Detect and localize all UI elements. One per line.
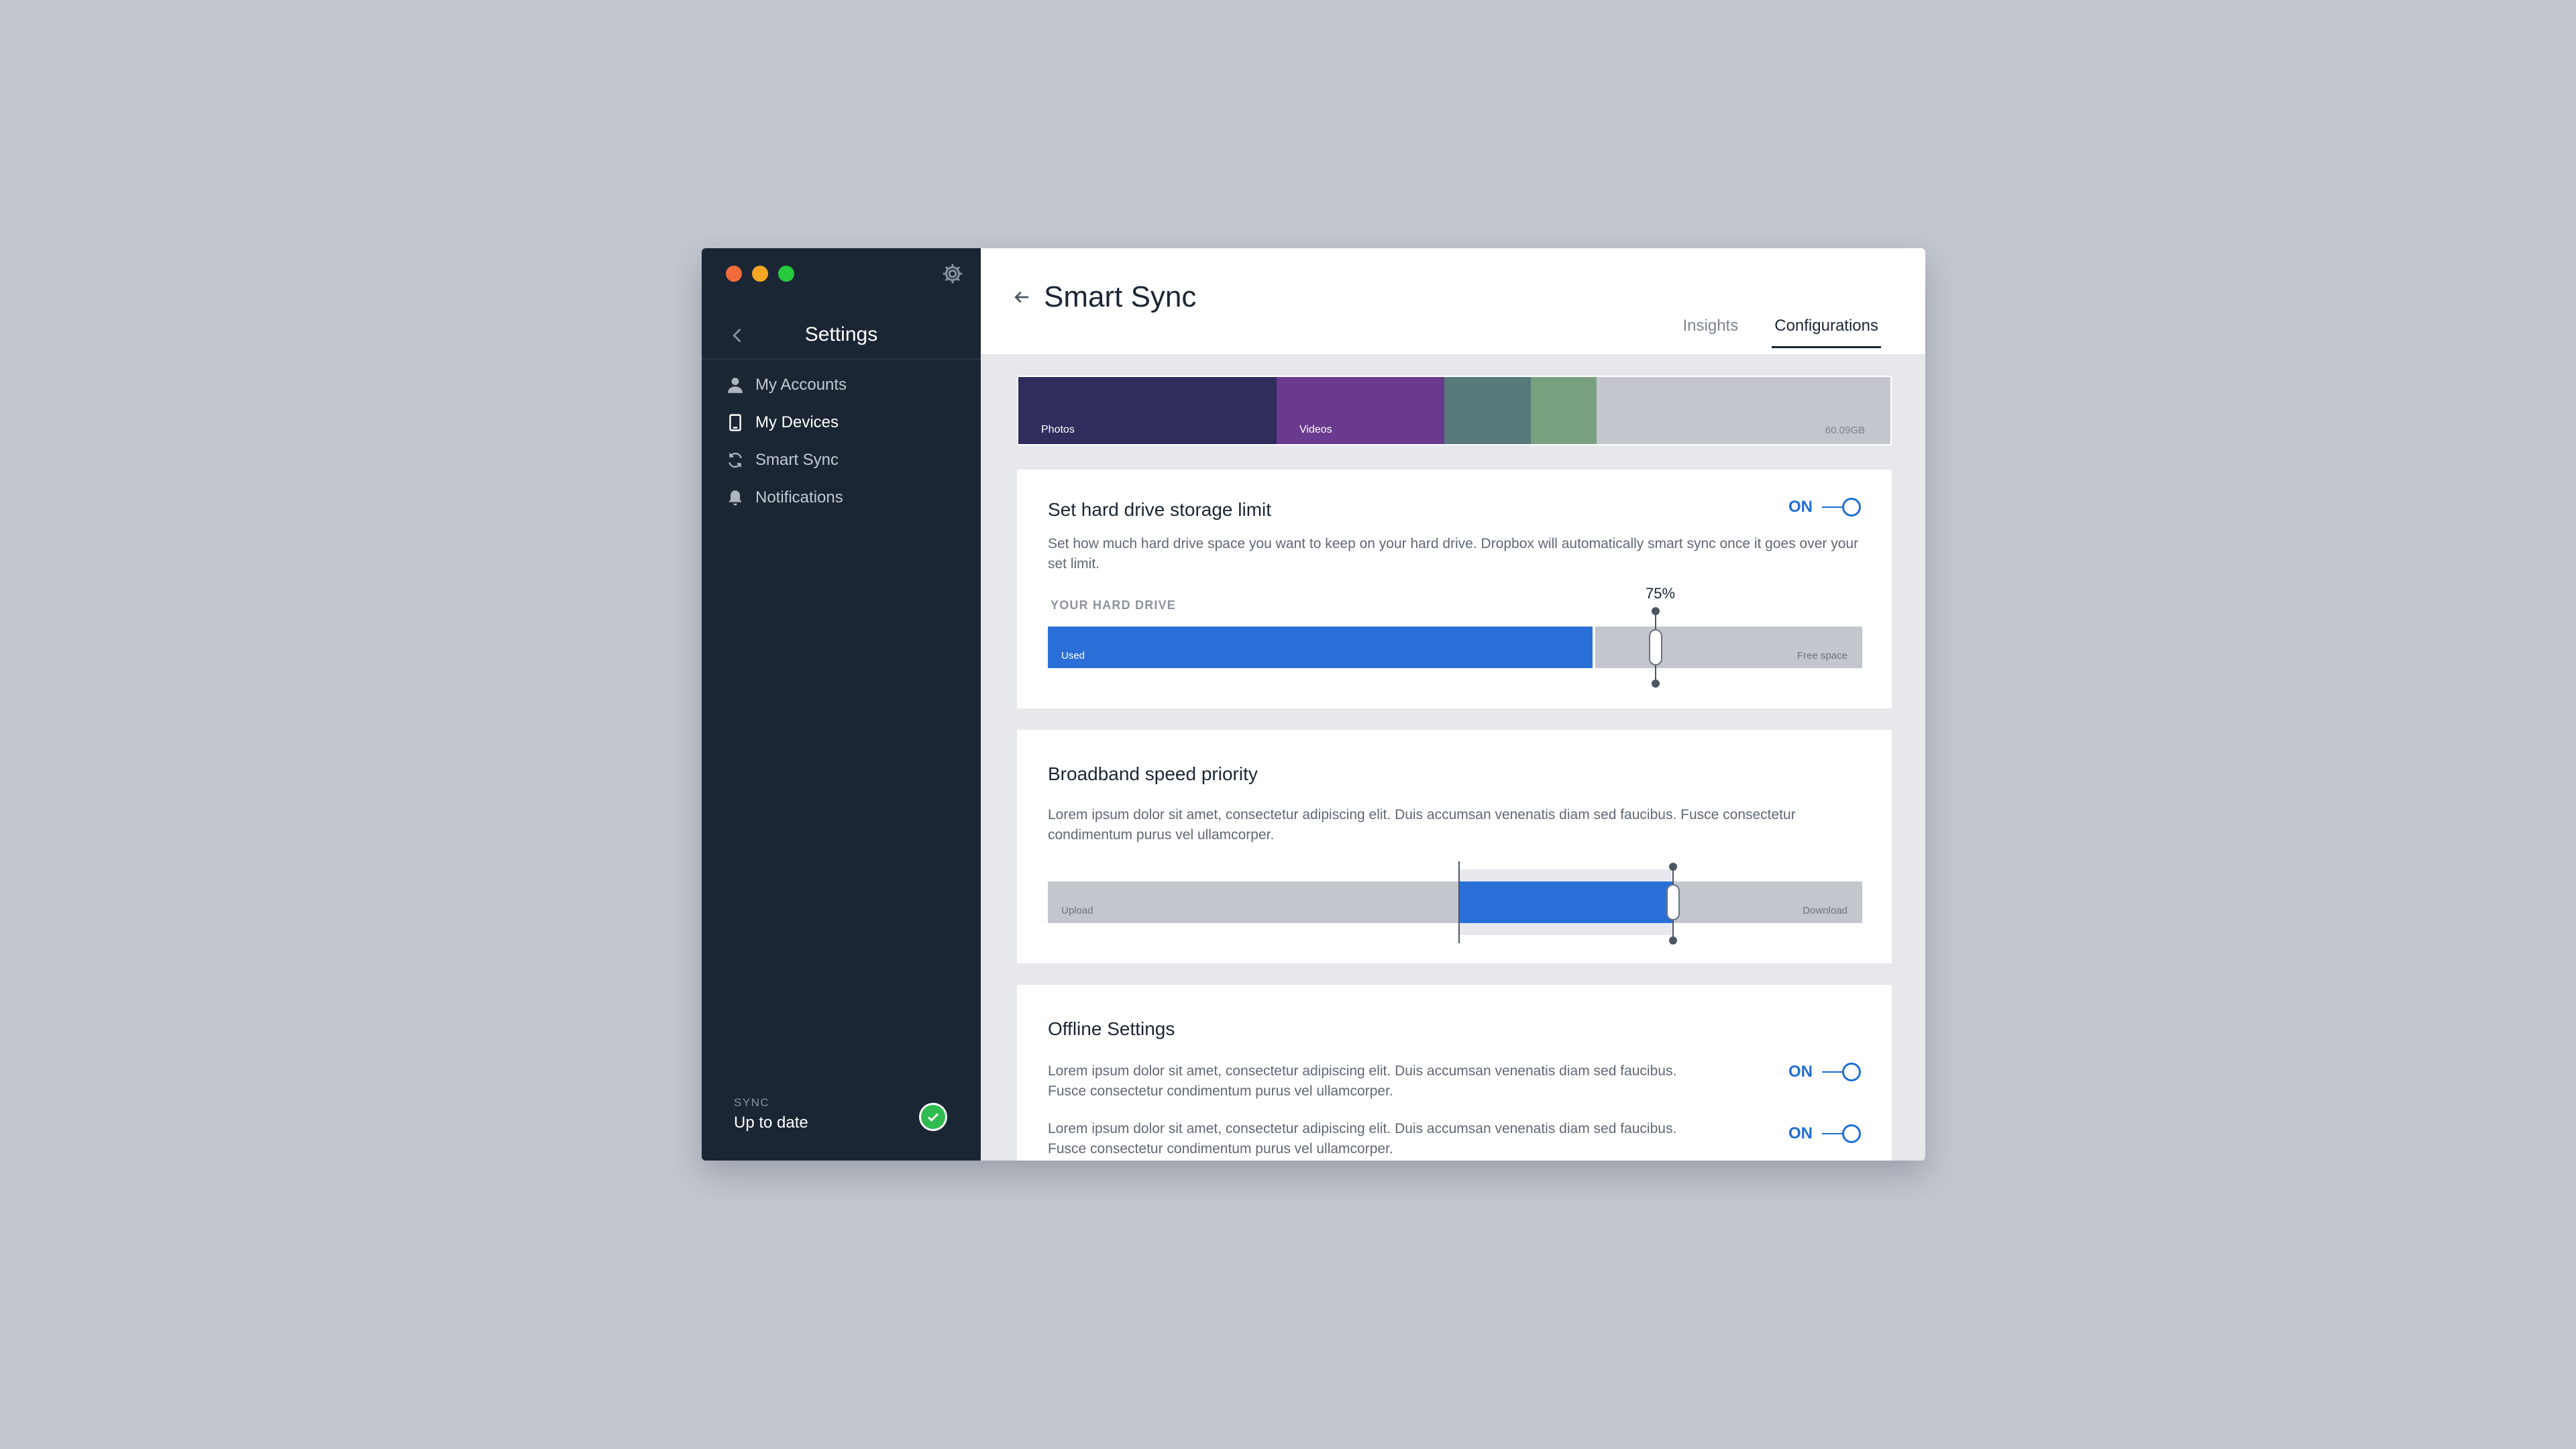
offline-row-text: Lorem ipsum dolor sit amet, consectetur … [1048, 1063, 1677, 1099]
hard-drive-limit-card: Set hard drive storage limit ON Set how … [1017, 470, 1892, 708]
storage-segment-videos: Videos [1277, 377, 1444, 444]
hard-drive-limit-toggle[interactable]: ON [1788, 496, 1861, 518]
sidebar-item-label: My Devices [755, 413, 839, 431]
storage-segment-photos: Photos [1018, 377, 1277, 444]
user-icon [726, 376, 745, 394]
limit-slider-top-dot [1652, 607, 1660, 615]
sidebar-item-label: Notifications [755, 488, 843, 506]
limit-slider-handle[interactable] [1649, 629, 1662, 665]
storage-segment-misc [1531, 377, 1597, 444]
sync-label: SYNC [734, 1096, 770, 1109]
storage-segment-free: 60.09GB [1597, 377, 1890, 444]
section-label: YOUR HARD DRIVE [1051, 598, 1177, 612]
sidebar-item-my-accounts[interactable]: My Accounts [726, 366, 967, 404]
hard-drive-bar: Used Free space [1048, 627, 1862, 668]
page-title: Smart Sync [1044, 280, 1197, 313]
priority-fill [1460, 881, 1673, 923]
sidebar-item-label: Smart Sync [755, 451, 839, 469]
maximize-window-button[interactable] [778, 266, 794, 282]
app-window: Settings My Accounts My Devices Smart Sy… [702, 248, 1925, 1161]
sidebar-item-notifications[interactable]: Notifications [726, 479, 967, 517]
sidebar-header: Settings [702, 311, 981, 360]
upload-label: Upload [1061, 905, 1093, 916]
used-fill: Used [1048, 627, 1593, 668]
free-space-label: Free space [1796, 650, 1847, 661]
chevron-left-icon[interactable] [729, 326, 747, 345]
gear-icon[interactable] [941, 262, 965, 286]
limit-slider-bottom-dot [1652, 680, 1660, 688]
offline-toggle-1[interactable]: ON [1788, 1061, 1861, 1083]
free-size: 60.09GB [1825, 425, 1865, 436]
sidebar: Settings My Accounts My Devices Smart Sy… [702, 248, 981, 1161]
broadband-priority-card: Broadband speed priority Lorem ipsum dol… [1017, 730, 1892, 963]
card-title: Set hard drive storage limit [1048, 499, 1272, 520]
segment-label: Videos [1299, 424, 1332, 435]
toggle-label: ON [1788, 498, 1813, 516]
tab-configurations[interactable]: Configurations [1772, 317, 1881, 348]
sync-status: SYNC Up to date [734, 1096, 808, 1132]
offline-settings-card: Offline Settings Lorem ipsum dolor sit a… [1017, 985, 1892, 1161]
download-label: Download [1803, 905, 1847, 916]
toggle-switch[interactable] [1822, 1123, 1861, 1144]
window-controls [726, 266, 794, 282]
broadband-bar: Upload Download [1048, 881, 1862, 923]
card-title: Offline Settings [1048, 1018, 1175, 1039]
toggle-label: ON [1788, 1063, 1813, 1081]
tab-insights[interactable]: Insights [1683, 317, 1739, 348]
tab-bar: Insights Configurations [1683, 317, 1881, 348]
used-label: Used [1061, 650, 1085, 661]
arrow-left-icon[interactable] [1012, 287, 1032, 307]
priority-left-marker [1458, 861, 1460, 943]
sidebar-item-smart-sync[interactable]: Smart Sync [726, 441, 967, 479]
close-window-button[interactable] [726, 266, 742, 282]
priority-slider-handle[interactable] [1666, 884, 1680, 920]
card-description: Lorem ipsum dolor sit amet, consectetur … [1048, 807, 1796, 843]
limit-percent: 75% [1646, 585, 1676, 602]
minimize-window-button[interactable] [752, 266, 768, 282]
toggle-label: ON [1788, 1124, 1813, 1142]
check-icon [919, 1103, 947, 1131]
storage-usage-bar: Photos Videos 60.09GB [1017, 376, 1892, 445]
card-title: Broadband speed priority [1048, 763, 1258, 784]
main-panel: Smart Sync Insights Configurations Photo… [981, 248, 1925, 1161]
segment-label: Photos [1041, 424, 1075, 435]
sync-status-text: Up to date [734, 1114, 808, 1132]
offline-row-text: Lorem ipsum dolor sit amet, consectetur … [1048, 1121, 1677, 1157]
bell-icon [726, 488, 745, 507]
sidebar-item-label: My Accounts [755, 376, 847, 394]
sidebar-nav: My Accounts My Devices Smart Sync Notifi… [726, 366, 967, 517]
toggle-switch[interactable] [1822, 496, 1861, 518]
offline-toggle-2[interactable]: ON [1788, 1123, 1861, 1144]
priority-slider-top-dot [1669, 863, 1677, 871]
sidebar-item-my-devices[interactable]: My Devices [726, 404, 967, 441]
card-description: Set how much hard drive space you want t… [1048, 536, 1859, 572]
toggle-switch[interactable] [1822, 1061, 1861, 1083]
sync-icon [726, 451, 745, 470]
priority-slider-bottom-dot [1669, 936, 1677, 945]
header: Smart Sync Insights Configurations [981, 248, 1925, 354]
storage-segment-other [1444, 377, 1531, 444]
device-icon [726, 413, 745, 432]
sidebar-title: Settings [804, 323, 878, 345]
